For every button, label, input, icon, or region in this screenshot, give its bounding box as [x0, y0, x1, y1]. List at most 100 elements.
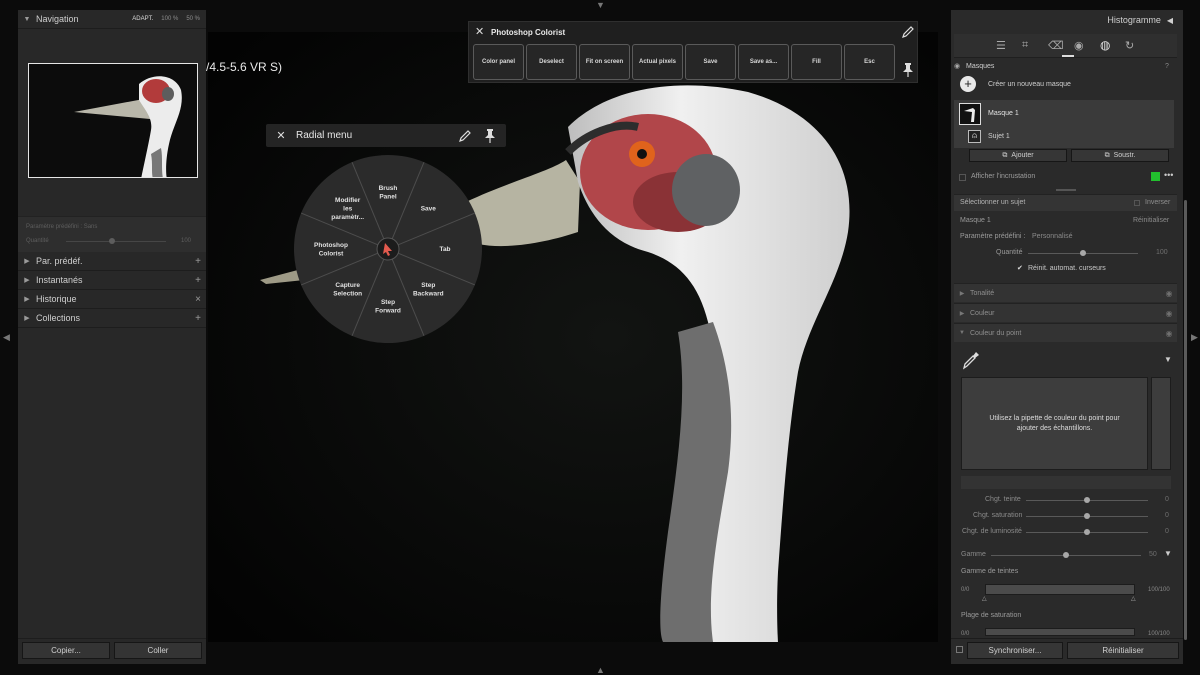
overlay-checkbox[interactable]	[959, 174, 966, 181]
close-icon[interactable]: ✕	[475, 25, 484, 38]
radial-item-photoshop-colorist[interactable]: Photoshop Colorist	[314, 242, 348, 258]
edit-pencil-icon[interactable]	[901, 25, 915, 39]
collapse-triangle-icon[interactable]: ▼	[18, 16, 36, 23]
dropdown-triangle-icon[interactable]: ▼	[1164, 355, 1172, 364]
zoom-50-option[interactable]: 50 %	[186, 16, 200, 22]
faded-amount-knob[interactable]	[109, 238, 115, 244]
add-preset-icon[interactable]: +	[190, 256, 206, 267]
section-point-color[interactable]: ▼ Couleur du point ◉	[954, 323, 1177, 342]
right-panel-toggle-icon[interactable]: ▶	[1191, 333, 1198, 342]
red-eye-icon[interactable]: ◉	[1074, 39, 1084, 52]
navigator-preview[interactable]	[28, 63, 198, 178]
section-snapshots[interactable]: ▶ Instantanés +	[18, 271, 206, 290]
edit-pencil-icon[interactable]	[458, 129, 472, 143]
auto-reset-checkbox[interactable]: ✔	[1017, 264, 1023, 272]
crop-icon[interactable]: ⌗	[1022, 39, 1028, 52]
eye-icon[interactable]: ◉	[1161, 289, 1177, 298]
section-presets[interactable]: ▶ Par. prédéf. +	[18, 252, 206, 271]
navigator-zoom-options[interactable]: ADAPT. 100 % 50 %	[132, 16, 200, 22]
preset-value[interactable]: Personnalisé	[1032, 233, 1072, 240]
point-color-side-swatch[interactable]	[1151, 377, 1171, 470]
eye-icon[interactable]: ◉	[1161, 329, 1177, 338]
add-component-button[interactable]: ⧉ Ajouter	[969, 149, 1067, 162]
copy-button[interactable]: Copier...	[22, 642, 110, 659]
eye-icon[interactable]: ◉	[954, 62, 966, 70]
synchronize-button[interactable]: Synchroniser...	[967, 642, 1063, 659]
sync-toggle-switch[interactable]	[956, 646, 963, 653]
left-panel-toggle-icon[interactable]: ◀	[3, 333, 10, 342]
eyedropper-icon[interactable]	[962, 350, 980, 370]
add-collection-icon[interactable]: +	[190, 313, 206, 324]
radial-item-save[interactable]: Save	[421, 206, 437, 213]
actual-pixels-button[interactable]: Actual pixels	[632, 44, 683, 80]
radial-item-capture-selection[interactable]: Capture Selection	[333, 282, 362, 298]
save-as-button[interactable]: Save as...	[738, 44, 789, 80]
amount-slider-knob[interactable]	[1080, 250, 1086, 256]
masking-icon[interactable]: ◍	[1100, 38, 1110, 52]
range-slider-knob[interactable]	[1063, 552, 1069, 558]
section-color[interactable]: ▶ Couleur ◉	[954, 303, 1177, 322]
edit-sliders-icon[interactable]: ☰	[996, 39, 1006, 52]
mask-name[interactable]: Masque 1	[988, 110, 1019, 117]
esc-button[interactable]: Esc	[844, 44, 895, 80]
saturation-range-bar[interactable]	[985, 628, 1135, 636]
color-panel-button[interactable]: Color panel	[473, 44, 524, 80]
section-history[interactable]: ▶ Historique ×	[18, 290, 206, 309]
subject-name[interactable]: Sujet 1	[988, 133, 1010, 140]
add-snapshot-icon[interactable]: +	[190, 275, 206, 286]
expand-triangle-icon[interactable]: ▶	[954, 310, 970, 317]
paste-button[interactable]: Coller	[114, 642, 202, 659]
section-collections[interactable]: ▶ Collections +	[18, 309, 206, 328]
resize-handle[interactable]	[1056, 189, 1076, 191]
hue-shift-knob[interactable]	[1084, 497, 1090, 503]
right-panel-scrollbar[interactable]	[1184, 200, 1187, 640]
point-color-swatch-area[interactable]: Utilisez la pipette de couleur du point …	[961, 377, 1148, 470]
radial-item-tab[interactable]: Tab	[439, 246, 450, 253]
more-options-icon[interactable]: •••	[1164, 170, 1173, 180]
eye-icon[interactable]: ◉	[1161, 309, 1177, 318]
presets-icon[interactable]: ↻	[1125, 39, 1134, 52]
expand-triangle-icon[interactable]: ▶	[18, 276, 36, 284]
overlay-color-swatch[interactable]	[1151, 172, 1160, 181]
luminance-shift-knob[interactable]	[1084, 529, 1090, 535]
radial-item-brush-panel[interactable]: Brush Panel	[379, 185, 398, 201]
expand-triangle-icon[interactable]: ▶	[18, 257, 36, 265]
lens-info-text: /4.5-5.6 VR S)	[206, 60, 283, 74]
navigator-header[interactable]: ▼ Navigation ADAPT. 100 % 50 %	[18, 10, 206, 29]
zoom-fit-option[interactable]: ADAPT.	[132, 16, 153, 22]
pin-icon[interactable]	[484, 128, 496, 144]
collapse-triangle-icon[interactable]: ▼	[954, 330, 970, 336]
reset-mask-button[interactable]: Réinitialiser	[1133, 217, 1169, 224]
hue-range-right-handle-icon[interactable]: △	[1131, 595, 1136, 602]
histogram-header[interactable]: Histogramme ◀	[951, 10, 1183, 30]
bottom-panel-toggle-icon[interactable]: ▲	[596, 666, 605, 675]
zoom-100-option[interactable]: 100 %	[161, 16, 178, 22]
subtract-component-button[interactable]: ⧉ Soustr.	[1071, 149, 1169, 162]
section-tone[interactable]: ▶ Tonalité ◉	[954, 283, 1177, 302]
pin-icon[interactable]	[902, 62, 914, 78]
hue-range-bar[interactable]	[985, 584, 1135, 595]
collapse-triangle-icon[interactable]: ◀	[1167, 16, 1173, 25]
mask-thumbnail[interactable]	[959, 103, 981, 125]
expand-triangle-icon[interactable]: ▶	[18, 295, 36, 303]
deselect-button[interactable]: Deselect	[526, 44, 577, 80]
range-dropdown-icon[interactable]: ▼	[1164, 549, 1172, 558]
hue-range-left-handle-icon[interactable]: △	[982, 595, 987, 602]
expand-triangle-icon[interactable]: ▶	[954, 290, 970, 297]
top-panel-toggle-icon[interactable]: ▼	[596, 1, 605, 10]
invert-checkbox[interactable]	[1134, 200, 1140, 206]
healing-icon[interactable]: ⌫	[1048, 39, 1064, 52]
fit-on-screen-button[interactable]: Fit on screen	[579, 44, 630, 80]
select-subject-button[interactable]: Sélectionner un sujet	[960, 199, 1025, 206]
reset-all-button[interactable]: Réinitialiser	[1067, 642, 1179, 659]
close-icon[interactable]: ✕	[266, 129, 296, 142]
add-mask-icon[interactable]: +	[960, 76, 976, 92]
fill-button[interactable]: Fill	[791, 44, 842, 80]
clear-history-icon[interactable]: ×	[190, 294, 206, 305]
faded-amount-slider[interactable]	[66, 241, 166, 242]
save-button[interactable]: Save	[685, 44, 736, 80]
saturation-shift-knob[interactable]	[1084, 513, 1090, 519]
help-icon[interactable]: ?	[1165, 63, 1177, 70]
expand-triangle-icon[interactable]: ▶	[18, 314, 36, 322]
create-mask-label[interactable]: Créer un nouveau masque	[988, 81, 1071, 88]
